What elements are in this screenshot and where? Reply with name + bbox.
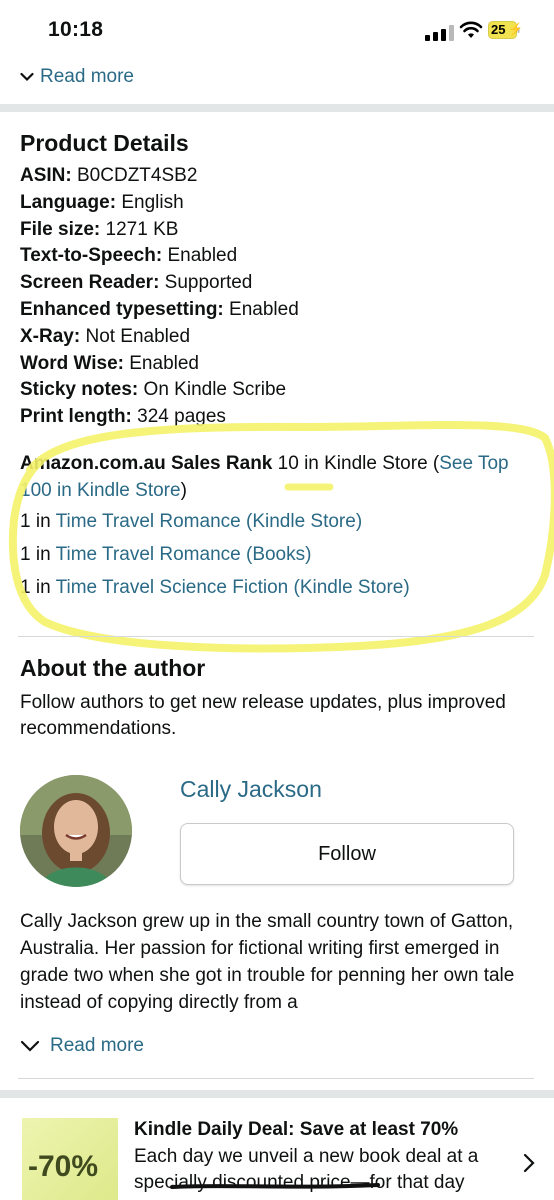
detail-label: Enhanced typesetting:	[20, 298, 224, 320]
detail-label: Word Wise:	[20, 352, 124, 374]
detail-value: Not Enabled	[80, 325, 191, 347]
strikethrough-scribble-annotation	[170, 1183, 380, 1189]
battery-icon: 25 ⚡	[488, 21, 523, 39]
detail-row-screen-reader: Screen Reader: Supported	[20, 270, 299, 297]
read-more-label: Read more	[50, 1035, 144, 1056]
sales-rank-close: )	[180, 480, 187, 501]
detail-row-asin: ASIN: B0CDZT4SB2	[20, 163, 299, 190]
detail-row-file-size: File size: 1271 KB	[20, 217, 299, 244]
chevron-right-icon[interactable]	[522, 1152, 536, 1174]
category-rank-prefix: 1 in	[20, 544, 56, 565]
divider	[18, 1078, 534, 1079]
charging-bolt-icon: ⚡	[508, 22, 523, 36]
detail-row-print-length: Print length: 324 pages	[20, 404, 299, 431]
detail-label: Language:	[20, 191, 117, 213]
detail-row-sticky-notes: Sticky notes: On Kindle Scribe	[20, 377, 299, 404]
detail-label: ASIN:	[20, 165, 72, 186]
category-link[interactable]: Time Travel Science Fiction (Kindle Stor…	[56, 577, 410, 598]
status-time: 10:18	[48, 18, 104, 41]
status-bar: 10:18 25 ⚡	[0, 0, 554, 60]
detail-value: Supported	[159, 272, 253, 294]
chevron-down-icon	[20, 72, 34, 82]
sales-rank-value: 10 in Kindle Store (	[272, 453, 440, 474]
detail-label: Print length:	[20, 406, 132, 428]
detail-value: On Kindle Scribe	[138, 379, 287, 401]
section-divider-band	[0, 104, 554, 112]
read-more-top-link[interactable]: Read more	[20, 66, 134, 88]
detail-value: Enabled	[162, 245, 238, 267]
sales-rank: Amazon.com.au Sales Rank 10 in Kindle St…	[20, 450, 540, 504]
detail-row-enhanced-typesetting: Enhanced typesetting: Enabled	[20, 297, 299, 324]
detail-value: 1271 KB	[100, 218, 179, 240]
deal-badge-image[interactable]: -70%	[22, 1118, 118, 1200]
category-rank-2: 1 in Time Travel Romance (Books)	[20, 544, 311, 566]
read-more-bio-link[interactable]: Read more	[20, 1035, 144, 1057]
about-author-title: About the author	[20, 655, 206, 681]
category-rank-1: 1 in Time Travel Romance (Kindle Store)	[20, 511, 362, 533]
detail-value: English	[116, 191, 184, 213]
detail-value: Enabled	[123, 352, 199, 374]
deal-discount-badge: -70%	[28, 1150, 99, 1183]
deal-title[interactable]: Kindle Daily Deal: Save at least 70%	[134, 1119, 458, 1141]
category-link[interactable]: Time Travel Romance (Kindle Store)	[56, 511, 363, 532]
section-divider-band	[0, 1090, 554, 1098]
detail-label: Screen Reader:	[20, 272, 160, 294]
detail-value: Enabled	[223, 298, 299, 320]
detail-row-language: Language: English	[20, 190, 299, 217]
detail-label: X-Ray:	[20, 325, 81, 347]
battery-level: 25	[491, 22, 506, 37]
divider	[18, 636, 534, 637]
about-author-description: Follow authors to get new release update…	[20, 692, 506, 739]
follow-button[interactable]: Follow	[180, 823, 514, 885]
sales-rank-label: Amazon.com.au Sales Rank	[20, 453, 273, 474]
detail-row-word-wise: Word Wise: Enabled	[20, 351, 299, 378]
detail-value: B0CDZT4SB2	[71, 165, 198, 186]
category-rank-3: 1 in Time Travel Science Fiction (Kindle…	[20, 577, 410, 599]
detail-value: 324 pages	[131, 406, 226, 428]
category-rank-prefix: 1 in	[20, 577, 56, 598]
author-avatar[interactable]	[20, 775, 132, 887]
wifi-icon	[459, 21, 483, 38]
author-bio: Cally Jackson grew up in the small count…	[20, 911, 515, 1013]
category-rank-prefix: 1 in	[20, 511, 56, 532]
cellular-signal-icon	[425, 25, 454, 41]
product-details-list: ASIN: B0CDZT4SB2 Language: English File …	[20, 163, 299, 431]
detail-label: Text-to-Speech:	[20, 245, 163, 267]
detail-label: File size:	[20, 218, 101, 240]
detail-row-text-to-speech: Text-to-Speech: Enabled	[20, 243, 299, 270]
detail-label: Sticky notes:	[20, 379, 139, 401]
chevron-down-icon	[20, 1040, 40, 1052]
product-details-title: Product Details	[20, 130, 189, 156]
detail-row-x-ray: X-Ray: Not Enabled	[20, 324, 299, 351]
category-link[interactable]: Time Travel Romance (Books)	[56, 544, 312, 565]
author-name-link[interactable]: Cally Jackson	[180, 776, 322, 803]
read-more-label: Read more	[40, 66, 134, 87]
